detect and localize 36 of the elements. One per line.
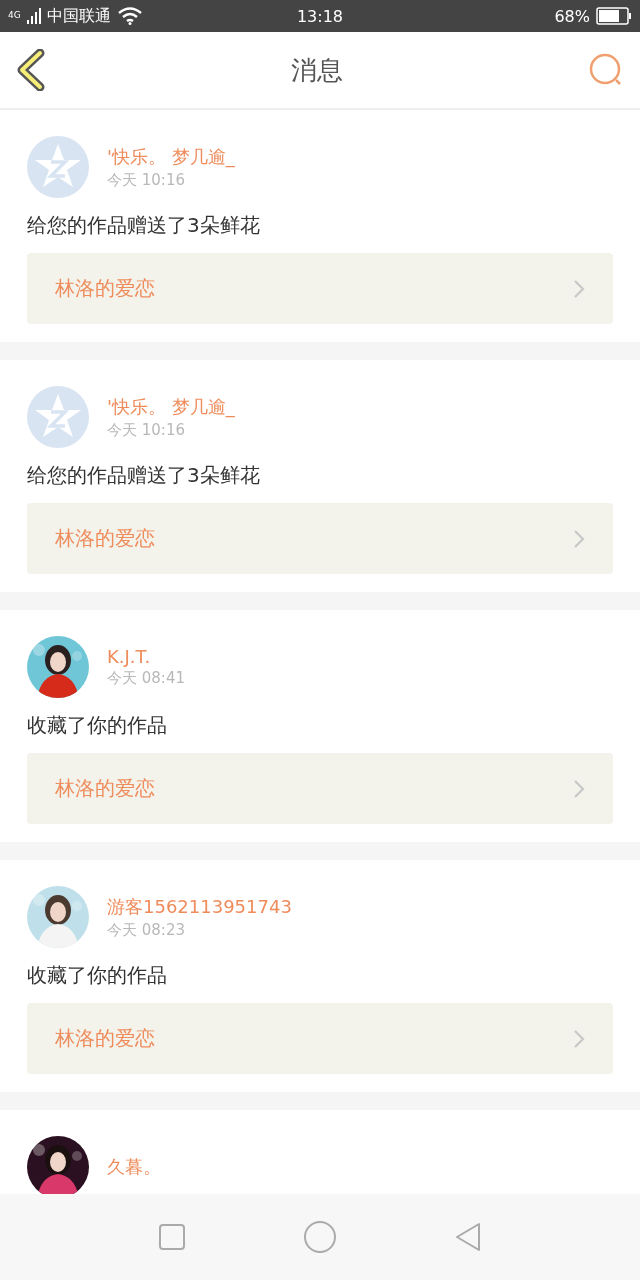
chevron-right-icon xyxy=(573,1028,585,1049)
message-time: 今天 10:16 xyxy=(107,170,186,190)
user-name[interactable]: 久暮。 xyxy=(107,1155,161,1179)
user-name[interactable]: K.J.T. xyxy=(107,646,185,667)
chevron-right-icon xyxy=(573,528,585,549)
message-text: 收藏了你的作品 xyxy=(27,962,168,989)
message-time: 今天 08:23 xyxy=(107,920,186,940)
work-link[interactable]: 林洛的爱恋 xyxy=(27,753,613,824)
battery-icon xyxy=(596,7,632,25)
user-name[interactable]: '快乐。 梦几逾_ xyxy=(107,394,235,419)
user-name[interactable]: 游客1562113951743 xyxy=(107,894,292,919)
chevron-right-icon xyxy=(573,278,585,299)
network-type: 4G xyxy=(8,9,21,20)
battery-percent: 68% xyxy=(554,6,590,26)
user-name[interactable]: '快乐。 梦几逾_ xyxy=(107,144,235,169)
message-text: 给您的作品赠送了3朵鲜花 xyxy=(27,212,261,239)
signal-icon xyxy=(26,8,41,24)
back-button[interactable] xyxy=(16,49,46,91)
message-text: 给您的作品赠送了3朵鲜花 xyxy=(27,462,261,489)
back-nav-button[interactable] xyxy=(453,1221,482,1253)
default-avatar-icon xyxy=(27,136,89,198)
chevron-left-icon xyxy=(16,49,46,91)
carrier-name: 中国联通 xyxy=(46,5,111,27)
message-text: 收藏了你的作品 xyxy=(27,712,168,739)
work-link[interactable]: 林洛的爱恋 xyxy=(27,1003,613,1074)
recents-button[interactable] xyxy=(158,1223,187,1251)
home-button[interactable] xyxy=(303,1220,337,1254)
wifi-icon xyxy=(116,7,143,25)
message-time: 今天 10:16 xyxy=(107,420,186,440)
clock: 13:18 xyxy=(296,6,344,26)
message-time: 今天 08:41 xyxy=(107,669,185,688)
page-title: 消息 xyxy=(291,53,343,87)
work-link[interactable]: 林洛的爱恋 xyxy=(27,253,613,324)
chevron-right-icon xyxy=(573,778,585,799)
default-avatar-icon xyxy=(27,386,89,448)
work-link[interactable]: 林洛的爱恋 xyxy=(27,503,613,574)
